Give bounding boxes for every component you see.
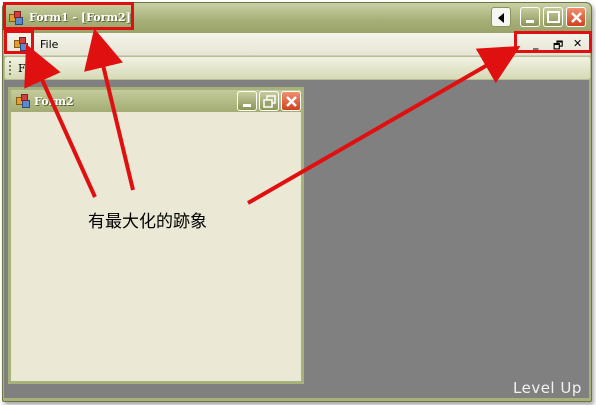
annotation-text: 有最大化的跡象 [88,212,207,232]
arrow-to-icon [24,44,97,198]
arrow-to-mdi-controls [247,46,521,205]
annotation-arrows [24,28,521,205]
arrow-to-title [84,28,135,191]
